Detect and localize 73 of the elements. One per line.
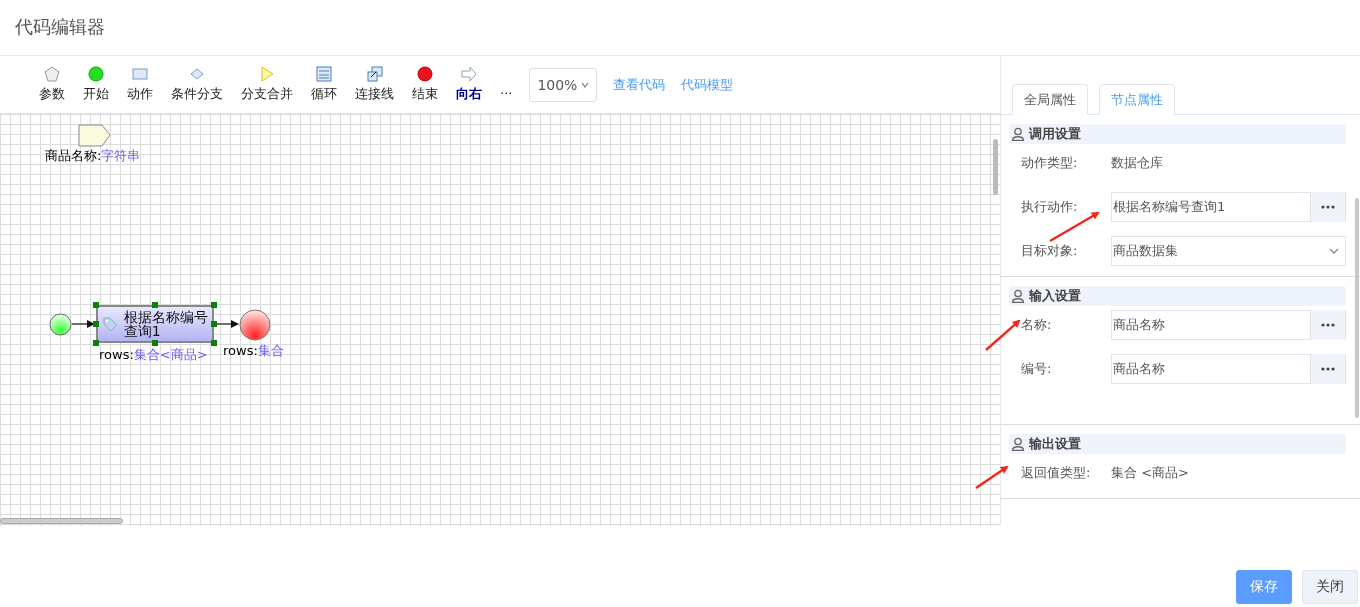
field-label: 名称: [1020,316,1053,334]
resize-handle[interactable] [93,321,99,327]
more-button[interactable] [1310,354,1345,384]
ellipsis-icon [1321,323,1335,327]
triangle-icon [259,66,275,82]
circle-icon [88,66,104,82]
field-label: 动作类型: [1020,154,1079,172]
field-label: 编号: [1020,360,1053,378]
end-node[interactable] [239,309,271,341]
toolbar-button[interactable]: 开始 [74,66,118,103]
resize-handle[interactable] [152,340,158,346]
pentagon-icon [44,66,60,82]
ellipsis-icon [1321,367,1335,371]
toolbar-button[interactable]: 结束 [403,66,447,103]
toolbar-button[interactable]: 参数 [30,66,74,103]
section-title: 输出设置 [1029,435,1081,453]
annotation-arrow [975,465,1009,490]
toolbar-button[interactable]: 向右 [447,66,491,103]
tab[interactable]: 全局属性 [1012,84,1088,115]
field-value: 集合 <商品> [1111,464,1189,482]
resize-handle[interactable] [93,302,99,308]
zoom-select[interactable]: 100% [529,67,598,102]
input-field[interactable]: 商品名称 [1111,354,1346,384]
field-value: 数据仓库 [1111,154,1163,172]
section-title: 输入设置 [1029,287,1081,305]
chevron-down-icon [581,80,590,89]
rectangle-icon [132,66,148,82]
toolbar-button[interactable]: 循环 [302,66,346,103]
chevron-down-icon [1329,247,1339,255]
resize-handle[interactable] [152,302,158,308]
node-label: 根据名称编号查询1 [123,310,209,338]
field-label: 执行动作: [1020,198,1079,216]
ellipsis-icon [1321,205,1335,209]
window-title: 代码编辑器 [15,16,105,37]
close-button[interactable]: 关闭 [1302,570,1358,604]
toolbar-button[interactable]: 动作 [118,66,162,103]
start-node[interactable] [49,313,72,336]
scrollbar[interactable] [0,518,123,524]
diamond-icon [189,66,205,82]
toolbar-button[interactable]: 分支合并 [232,66,302,103]
field-label: 返回值类型: [1020,464,1092,482]
more-button[interactable] [1310,192,1345,222]
linked-windows-icon [366,66,383,82]
user-icon [1011,437,1025,451]
list-window-icon [316,66,332,82]
connector-arrow [216,319,240,329]
resize-handle[interactable] [211,340,217,346]
scrollbar[interactable] [1355,198,1359,418]
connector-arrow [72,319,96,329]
annotation-arrow [985,319,1021,351]
action-node[interactable]: 根据名称编号查询1 [96,305,214,343]
input-field[interactable]: 商品名称 [1111,310,1346,340]
resize-handle[interactable] [93,340,99,346]
resize-handle[interactable] [211,321,217,327]
more-button[interactable] [1310,310,1345,340]
toolbar-button[interactable]: ··· [491,68,522,101]
circle-icon [417,66,433,82]
select-field[interactable]: 商品数据集 [1111,236,1346,266]
parameter-label: 商品名称:字符串 [45,147,141,165]
scrollbar[interactable] [993,139,998,195]
section-title: 调用设置 [1029,125,1081,143]
tag-icon [102,316,118,332]
user-icon [1011,289,1025,303]
output-label: rows:集合 [223,342,284,360]
user-icon [1011,127,1025,141]
annotation-arrow [1049,211,1100,243]
right-arrow-icon [461,66,477,82]
resize-handle[interactable] [211,302,217,308]
output-label: rows:集合<商品> [99,346,208,364]
field-label: 目标对象: [1020,242,1079,260]
toolbar-button[interactable]: 条件分支 [162,66,232,103]
toolbar-button[interactable]: 连接线 [346,66,403,103]
input-field[interactable]: 根据名称编号查询1 [1111,192,1346,222]
